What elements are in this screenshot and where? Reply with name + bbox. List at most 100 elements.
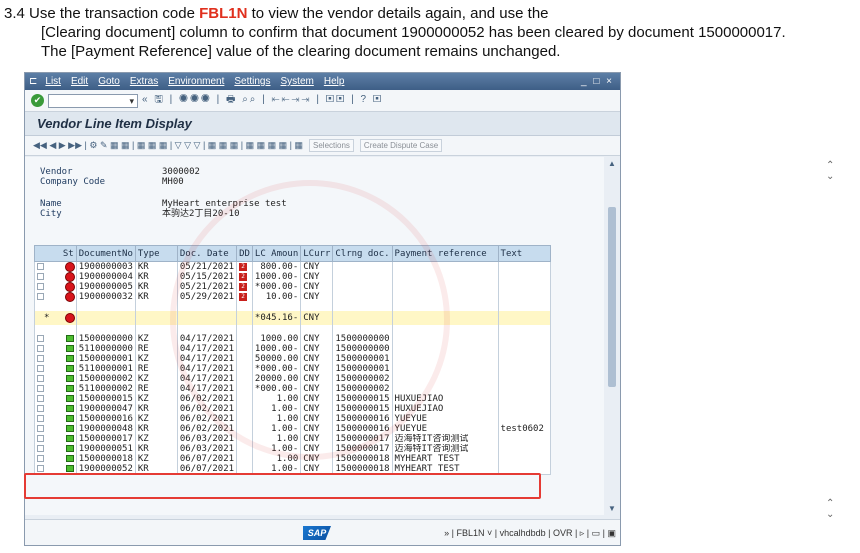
- table-row[interactable]: 1500000018 KZ 06/07/2021 1.00 CNY 1500000018 M…: [34, 454, 551, 464]
- row-checkbox[interactable]: [37, 375, 44, 382]
- table-row[interactable]: 1500000016 KZ 06/02/2021 1.00 CNY 1500000016 Y…: [34, 414, 551, 424]
- payment-reference: [391, 364, 499, 374]
- doc-date: 06/02/2021: [176, 424, 238, 434]
- system-info[interactable]: » | FBL1N ˅ | vhcalhdbdb | OVR | ▹ | ▭ |…: [444, 528, 616, 539]
- table-row[interactable]: 1900000004 KR 05/15/2021 2 1000.00- CNY: [34, 272, 551, 282]
- menu-edit[interactable]: Edit: [71, 76, 88, 87]
- row-checkbox[interactable]: [37, 293, 44, 300]
- row-checkbox[interactable]: [37, 365, 44, 372]
- page-scroll-down-icon[interactable]: ⌃ ⌄: [826, 498, 834, 520]
- create-dispute-case-button[interactable]: Create Dispute Case: [359, 139, 443, 152]
- enter-check-icon[interactable]: ✔: [31, 94, 44, 107]
- table-row[interactable]: 1900000051 KR 06/03/2021 1.00- CNY 1500000017…: [34, 444, 551, 454]
- table-row[interactable]: 1900000003 KR 05/21/2021 2 800.00- CNY: [34, 261, 551, 272]
- row-checkbox[interactable]: [37, 415, 44, 422]
- document-no: 5110000002: [75, 384, 136, 394]
- table-row[interactable]: 1900000052 KR 06/07/2021 1.00- CNY 1500000018…: [34, 464, 551, 475]
- page-scroll-up-icon[interactable]: ⌃ ⌄: [826, 160, 834, 182]
- document-no: 1900000003: [75, 261, 136, 272]
- table-row[interactable]: 5110000001 RE 04/17/2021 *000.00- CNY 1500000…: [34, 364, 551, 374]
- col-clearing-doc[interactable]: Clrng doc.: [332, 245, 393, 262]
- row-checkbox[interactable]: [37, 445, 44, 452]
- row-checkbox[interactable]: [37, 395, 44, 402]
- menu-settings[interactable]: Settings: [234, 76, 270, 87]
- cleared-status-icon: [65, 355, 74, 362]
- status-cell: [34, 354, 77, 364]
- col-text[interactable]: Text: [497, 245, 551, 262]
- clearing-doc: 1500000002: [332, 384, 393, 394]
- col-document-no[interactable]: DocumentNo: [75, 245, 136, 262]
- row-checkbox[interactable]: [37, 335, 44, 342]
- menu-list[interactable]: List: [45, 76, 61, 87]
- document-no: 1900000048: [75, 424, 136, 434]
- navigation-arrows-icon[interactable]: ◀◀ ◀ ▶ ▶▶ | ⚙ ✎ ▦ ▦ | ▦ ▦ ▦ | ▽ ▽ ▽ | ▦ …: [33, 140, 303, 151]
- due-date-icon-cell: [236, 464, 253, 475]
- doc-type: KR: [134, 282, 178, 292]
- table-row[interactable]: 1900000047 KR 06/02/2021 1.00- CNY 1500000015…: [34, 404, 551, 414]
- menu-icon[interactable]: ⊏: [29, 76, 37, 87]
- company-code-value: MH00: [162, 177, 184, 187]
- payment-reference: [391, 384, 499, 394]
- menu-extras[interactable]: Extras: [130, 76, 158, 87]
- vertical-scrollbar[interactable]: ▲ ▼: [604, 157, 620, 515]
- open-items-total-row[interactable]: * *045.16- CNY: [34, 311, 551, 325]
- col-payment-reference[interactable]: Payment reference: [391, 245, 499, 262]
- open-status-icon: [65, 262, 74, 271]
- scroll-down-icon[interactable]: ▼: [608, 504, 616, 513]
- city-label: City: [40, 209, 62, 219]
- row-checkbox[interactable]: [37, 455, 44, 462]
- row-checkbox[interactable]: [37, 355, 44, 362]
- text: [497, 434, 551, 444]
- row-checkbox[interactable]: [37, 283, 44, 290]
- row-checkbox[interactable]: [37, 435, 44, 442]
- doc-date: 06/02/2021: [176, 394, 238, 404]
- doc-type: KR: [134, 404, 178, 414]
- document-no: 1500000017: [75, 434, 136, 444]
- row-checkbox[interactable]: [37, 273, 44, 280]
- menu-goto[interactable]: Goto: [98, 76, 120, 87]
- doc-date: 06/07/2021: [176, 454, 238, 464]
- command-field[interactable]: ▾: [48, 93, 138, 108]
- table-row[interactable]: 1500000000 KZ 04/17/2021 1000.00 CNY 15000000…: [34, 334, 551, 344]
- document-no: 1900000005: [75, 282, 136, 292]
- lc-amount: 1.00: [251, 434, 302, 444]
- col-dd[interactable]: DD: [236, 245, 253, 262]
- row-checkbox[interactable]: [37, 385, 44, 392]
- table-row[interactable]: 1900000048 KR 06/02/2021 1.00- CNY 1500000016…: [34, 424, 551, 434]
- table-row[interactable]: 5110000002 RE 04/17/2021 *000.00- CNY 1500000…: [34, 384, 551, 394]
- table-row[interactable]: 1500000001 KZ 04/17/2021 50000.00 CNY 1500000…: [34, 354, 551, 364]
- col-lcurr[interactable]: LCurr: [300, 245, 334, 262]
- table-row[interactable]: 1900000032 KR 05/29/2021 2 10.00- CNY: [34, 292, 551, 302]
- row-checkbox[interactable]: [37, 425, 44, 432]
- col-status[interactable]: St: [34, 245, 77, 262]
- total-body: * *045.16- CNY: [34, 302, 551, 334]
- menu-environment[interactable]: Environment: [168, 76, 224, 87]
- table-row[interactable]: 1500000015 KZ 06/02/2021 1.00 CNY 1500000015 H…: [34, 394, 551, 404]
- menu-system[interactable]: System: [281, 76, 314, 87]
- table-row[interactable]: 1500000017 KZ 06/03/2021 1.00 CNY 1500000017 迈…: [34, 434, 551, 444]
- list-content: Vendor 3000002 Company Code MH00 Name My…: [25, 157, 605, 515]
- selections-button[interactable]: Selections: [309, 139, 354, 152]
- col-lc-amount[interactable]: LC Amoun: [251, 245, 302, 262]
- currency: CNY: [300, 444, 334, 454]
- table-row[interactable]: 1900000005 KR 05/21/2021 2 *000.00- CNY: [34, 282, 551, 292]
- table-row[interactable]: 1500000002 KZ 04/17/2021 20000.00 CNY 1500000…: [34, 374, 551, 384]
- clearing-doc: [332, 272, 393, 282]
- scrollbar-thumb[interactable]: [608, 207, 616, 387]
- row-checkbox[interactable]: [37, 405, 44, 412]
- status-cell: [34, 424, 77, 434]
- standard-toolbar-icons[interactable]: « 🖫 | ◉◉◉ | 🖶 ⌕⌕ | ⇤⇤⇥⇥ | ▣▣ | ? ▣: [142, 92, 383, 109]
- window-controls[interactable]: _ □ ×: [581, 76, 614, 87]
- row-checkbox[interactable]: [37, 465, 44, 472]
- col-type[interactable]: Type: [134, 245, 178, 262]
- table-row[interactable]: 5110000000 RE 04/17/2021 1000.00- CNY 1500000…: [34, 344, 551, 354]
- doc-date: 04/17/2021: [176, 354, 238, 364]
- clearing-doc: 1500000000: [332, 334, 393, 344]
- menu-help[interactable]: Help: [324, 76, 345, 87]
- scroll-up-icon[interactable]: ▲: [608, 159, 616, 168]
- col-doc-date[interactable]: Doc. Date: [176, 245, 238, 262]
- row-checkbox[interactable]: [37, 263, 44, 270]
- row-checkbox[interactable]: [37, 345, 44, 352]
- payment-reference: [391, 344, 499, 354]
- text: [497, 444, 551, 454]
